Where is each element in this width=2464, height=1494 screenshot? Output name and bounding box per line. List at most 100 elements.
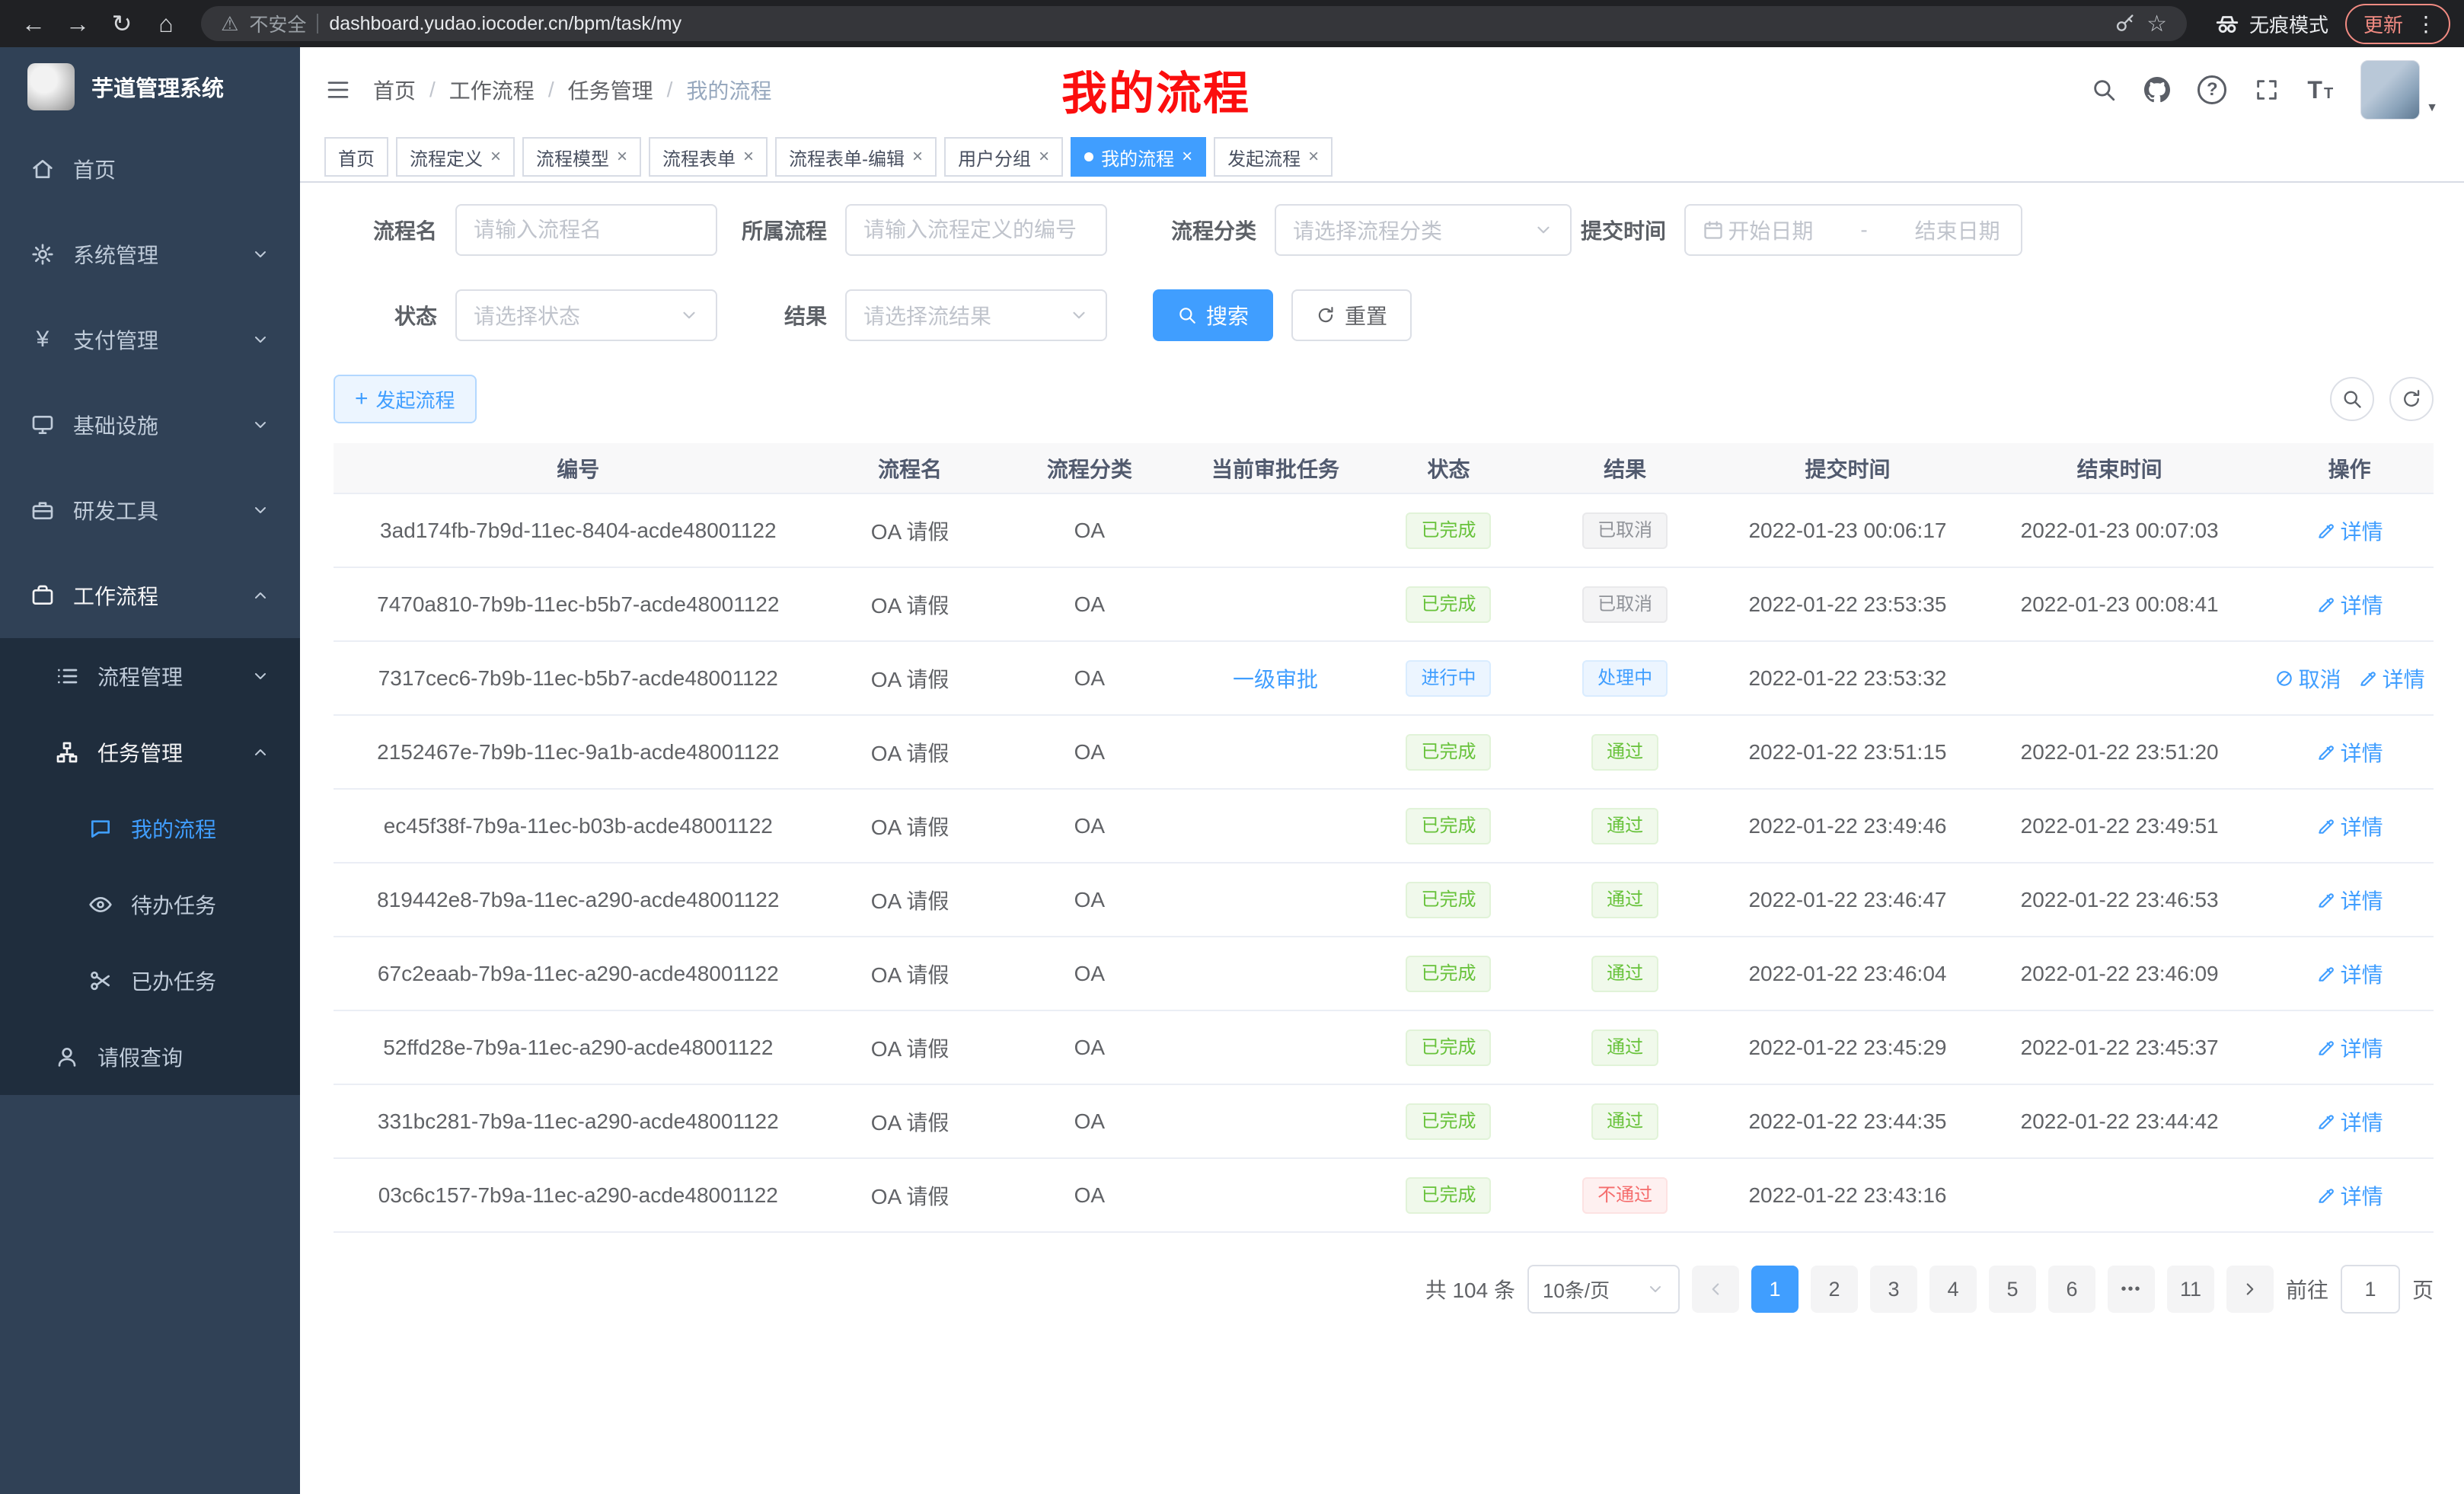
sidebar-toggle-icon[interactable] (326, 78, 350, 102)
sidebar-item-todo-tasks[interactable]: 待办任务 (0, 867, 300, 943)
tab-home[interactable]: 首页 (324, 137, 388, 177)
detail-link[interactable]: 详情 (2316, 516, 2383, 546)
sidebar-item-process-management[interactable]: 流程管理 (0, 638, 300, 714)
process-category: OA (1074, 666, 1105, 690)
search-toggle-button[interactable] (2330, 377, 2374, 421)
breadcrumb-workflow[interactable]: 工作流程 (449, 75, 535, 105)
close-icon[interactable]: × (1182, 146, 1192, 168)
tab-process-form-edit[interactable]: 流程表单-编辑× (775, 137, 937, 177)
result-select[interactable]: 请选择流结果 (845, 289, 1107, 341)
detail-link[interactable]: 详情 (2316, 589, 2383, 620)
github-icon[interactable] (2144, 77, 2170, 103)
close-icon[interactable]: × (490, 146, 501, 168)
tab-process-form[interactable]: 流程表单× (649, 137, 768, 177)
process-name-field[interactable] (474, 218, 699, 242)
page-size-select[interactable]: 10条/页 (1527, 1265, 1680, 1314)
current-task-link[interactable]: 一级审批 (1233, 668, 1318, 691)
chevron-down-icon (251, 667, 270, 685)
back-icon[interactable]: ← (14, 5, 53, 42)
page-button-4[interactable]: 4 (1929, 1266, 1977, 1313)
goto-page-input[interactable] (2341, 1265, 2400, 1314)
browser-home-icon[interactable]: ⌂ (146, 5, 186, 42)
sidebar-item-workflow[interactable]: 工作流程 (0, 553, 300, 638)
goto-label: 前往 (2286, 1274, 2328, 1304)
close-icon[interactable]: × (617, 146, 627, 168)
page-button-1[interactable]: 1 (1751, 1266, 1799, 1313)
page-button-11[interactable]: 11 (2167, 1266, 2214, 1313)
detail-link[interactable]: 详情 (2316, 1106, 2383, 1137)
update-button[interactable]: 更新 ⋮ (2345, 4, 2450, 44)
close-icon[interactable]: × (743, 146, 754, 168)
reload-icon[interactable]: ↻ (102, 5, 142, 42)
eye-icon (88, 892, 113, 917)
detail-link[interactable]: 详情 (2316, 811, 2383, 841)
detail-link[interactable]: 详情 (2316, 737, 2383, 768)
reset-button[interactable]: 重置 (1291, 289, 1412, 341)
chevron-down-icon (251, 245, 270, 263)
font-size-icon[interactable]: TT (2307, 76, 2333, 104)
cancel-link[interactable]: 取消 (2274, 663, 2341, 694)
close-icon[interactable]: × (912, 146, 923, 168)
end-date-placeholder[interactable]: 结束日期 (1910, 215, 2004, 245)
category-select[interactable]: 请选择流程分类 (1275, 204, 1572, 256)
submit-time: 2022-01-22 23:53:35 (1748, 592, 1946, 616)
detail-link[interactable]: 详情 (2316, 959, 2383, 989)
submit-time-range-picker[interactable]: 开始日期 - 结束日期 (1684, 204, 2022, 256)
user-avatar[interactable]: ▼ (2360, 60, 2438, 120)
status-tag: 已完成 (1406, 1177, 1491, 1214)
detail-link[interactable]: 详情 (2358, 663, 2425, 694)
page-button-5[interactable]: 5 (1989, 1266, 2036, 1313)
sidebar-item-infrastructure[interactable]: 基础设施 (0, 382, 300, 468)
process-category: OA (1074, 962, 1105, 985)
breadcrumb-task-management[interactable]: 任务管理 (568, 75, 653, 105)
address-bar[interactable]: ⚠ 不安全 dashboard.yudao.iocoder.cn/bpm/tas… (201, 6, 2187, 41)
star-icon[interactable]: ☆ (2146, 11, 2167, 37)
help-icon[interactable]: ? (2197, 75, 2226, 104)
close-icon[interactable]: × (1308, 146, 1319, 168)
security-label[interactable]: 不安全 (249, 10, 306, 37)
tab-start-process[interactable]: 发起流程× (1214, 137, 1333, 177)
sidebar-item-leave-query[interactable]: 请假查询 (0, 1019, 300, 1095)
next-page-button[interactable] (2226, 1266, 2274, 1313)
fullscreen-icon[interactable] (2254, 77, 2280, 103)
refresh-table-button[interactable] (2389, 377, 2434, 421)
page-button-3[interactable]: 3 (1870, 1266, 1917, 1313)
search-icon[interactable] (2091, 77, 2117, 103)
start-date-placeholder[interactable]: 开始日期 (1724, 215, 1818, 245)
status-select[interactable]: 请选择状态 (455, 289, 717, 341)
detail-link[interactable]: 详情 (2316, 1033, 2383, 1063)
detail-link[interactable]: 详情 (2316, 885, 2383, 915)
sidebar-item-payment[interactable]: ¥ 支付管理 (0, 297, 300, 382)
toolbox-icon (30, 498, 55, 522)
key-icon[interactable] (2115, 13, 2136, 34)
sidebar-item-my-process[interactable]: 我的流程 (0, 790, 300, 867)
create-process-button[interactable]: + 发起流程 (334, 375, 477, 423)
edit-icon (2358, 669, 2378, 688)
sidebar-item-done-tasks[interactable]: 已办任务 (0, 943, 300, 1019)
browser-menu-icon[interactable]: ⋮ (2415, 11, 2437, 37)
avatar[interactable] (2360, 60, 2420, 120)
detail-link[interactable]: 详情 (2316, 1180, 2383, 1211)
more-pages-button[interactable]: ••• (2108, 1266, 2155, 1313)
forward-icon[interactable]: → (58, 5, 97, 42)
sidebar-item-system[interactable]: 系统管理 (0, 212, 300, 297)
tab-process-definition[interactable]: 流程定义× (396, 137, 515, 177)
search-button[interactable]: 搜索 (1153, 289, 1273, 341)
prev-page-button[interactable] (1692, 1266, 1739, 1313)
sidebar-item-home[interactable]: 首页 (0, 126, 300, 212)
process-definition-field[interactable] (863, 218, 1089, 242)
sidebar-item-devtools[interactable]: 研发工具 (0, 468, 300, 553)
tab-process-model[interactable]: 流程模型× (522, 137, 641, 177)
search-icon (2341, 388, 2363, 410)
process-name-input[interactable] (455, 204, 717, 256)
sidebar-item-task-management[interactable]: 任务管理 (0, 714, 300, 790)
page-button-2[interactable]: 2 (1811, 1266, 1858, 1313)
url-text[interactable]: dashboard.yudao.iocoder.cn/bpm/task/my (329, 13, 681, 35)
tab-user-group[interactable]: 用户分组× (944, 137, 1063, 177)
page-button-6[interactable]: 6 (2048, 1266, 2095, 1313)
breadcrumb-home[interactable]: 首页 (373, 75, 416, 105)
process-definition-input[interactable] (845, 204, 1107, 256)
tab-my-process[interactable]: 我的流程× (1071, 137, 1206, 177)
result-tag: 通过 (1591, 808, 1658, 844)
close-icon[interactable]: × (1039, 146, 1049, 168)
